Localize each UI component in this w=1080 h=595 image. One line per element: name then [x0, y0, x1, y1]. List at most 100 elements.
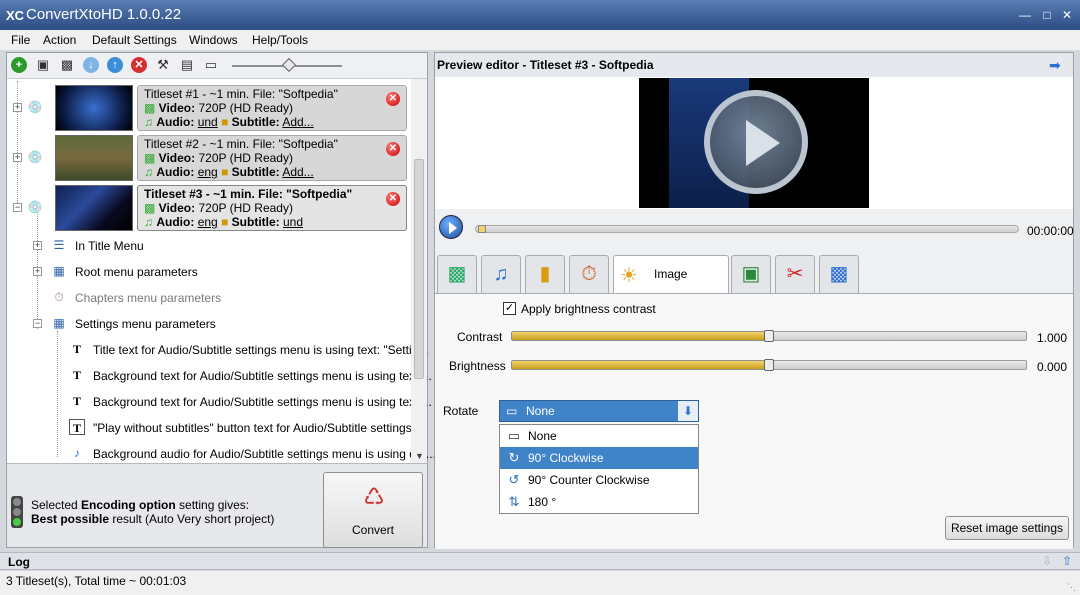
- app-logo-icon: XC: [6, 8, 25, 23]
- subtitle-icon: ■: [221, 115, 232, 129]
- seek-thumb[interactable]: [478, 225, 486, 233]
- rotate-option-none[interactable]: ▭ None: [500, 425, 698, 447]
- remove-titleset-icon[interactable]: ✕: [386, 92, 400, 106]
- rotate-option-90-ccw[interactable]: ↺ 90° Counter Clockwise: [500, 469, 698, 491]
- log-up-icon[interactable]: ⇧: [1062, 554, 1072, 568]
- rotate-select[interactable]: ▭ None ⬇: [499, 400, 699, 422]
- delete-icon[interactable]: ✕: [131, 57, 147, 73]
- subtitle-link[interactable]: Add...: [282, 165, 313, 179]
- menu-list-icon: ☰: [53, 238, 65, 252]
- expand-titleset-2[interactable]: +: [13, 153, 22, 162]
- menu-help-tools[interactable]: Help/Tools: [252, 33, 308, 47]
- rotate-option-90-cw[interactable]: ↻ 90° Clockwise: [500, 447, 698, 469]
- menu-default-settings[interactable]: Default Settings: [92, 33, 177, 47]
- subtitle-link[interactable]: und: [283, 215, 303, 229]
- log-down-icon[interactable]: ⇩: [1042, 554, 1052, 568]
- scrollbar-thumb[interactable]: [414, 159, 424, 379]
- tab-subtitles[interactable]: ▮: [525, 255, 565, 293]
- tab-chapters[interactable]: ⏱: [569, 255, 609, 293]
- add-icon[interactable]: +: [11, 57, 27, 73]
- preview-panel: Preview editor - Titleset #3 - Softpedia…: [434, 52, 1074, 549]
- video-preview[interactable]: [639, 78, 869, 208]
- tab-cut[interactable]: ✂: [775, 255, 815, 293]
- apply-brightness-checkbox[interactable]: ✓: [503, 302, 516, 315]
- reset-image-settings-button[interactable]: Reset image settings: [945, 516, 1069, 540]
- tab-effects[interactable]: ▩: [819, 255, 859, 293]
- convert-label: Convert: [351, 523, 395, 537]
- sun-landscape-icon: ☀: [620, 265, 638, 287]
- audio-icon: ♫: [144, 115, 157, 129]
- tab-image-settings[interactable]: ☀ Image settings: [613, 255, 729, 317]
- titleset-item[interactable]: Titleset #1 - ~1 min. File: "Softpedia" …: [137, 85, 407, 131]
- remove-titleset-icon[interactable]: ✕: [386, 192, 400, 206]
- tree-item-chapters-menu[interactable]: Chapters menu parameters: [75, 291, 221, 305]
- big-play-icon[interactable]: [704, 90, 808, 194]
- settings-menu-icon: ▦: [53, 316, 65, 330]
- stopwatch-icon: ⏱: [581, 263, 597, 285]
- menu-bar: File Action Default Settings Windows Hel…: [0, 30, 1080, 50]
- dropdown-arrow-icon[interactable]: ⬇: [678, 401, 698, 421]
- save-icon[interactable]: ▣: [35, 57, 51, 73]
- tree-scrollbar[interactable]: ▼: [411, 79, 427, 463]
- slider-empty: [769, 331, 1027, 341]
- seek-bar[interactable]: [475, 225, 1019, 233]
- menu-file[interactable]: File: [11, 33, 30, 47]
- move-down-icon[interactable]: ↓: [83, 57, 99, 73]
- brightness-slider-thumb[interactable]: [764, 359, 774, 371]
- convert-button[interactable]: ♺ Convert: [323, 472, 423, 548]
- play-button[interactable]: [439, 215, 463, 239]
- slider-filled: [511, 360, 769, 370]
- remove-titleset-icon[interactable]: ✕: [386, 142, 400, 156]
- tab-video[interactable]: ▩: [437, 255, 477, 293]
- tree-line: [57, 331, 58, 457]
- collapse-titleset-3[interactable]: −: [13, 203, 22, 212]
- audio-link[interactable]: eng: [198, 165, 218, 179]
- scroll-down-icon[interactable]: ▼: [415, 451, 424, 461]
- tab-crop[interactable]: ▣: [731, 255, 771, 293]
- rotate-clockwise-icon: ↻: [508, 450, 520, 465]
- subtitle-link[interactable]: Add...: [282, 115, 313, 129]
- tree-child-item[interactable]: Background audio for Audio/Subtitle sett…: [93, 447, 436, 461]
- minimize-icon[interactable]: —: [1016, 7, 1034, 23]
- resize-grip-icon[interactable]: ⋱: [1067, 582, 1076, 593]
- undock-arrow-icon[interactable]: ➡: [1049, 57, 1067, 73]
- titleset-item-selected[interactable]: Titleset #3 - ~1 min. File: "Softpedia" …: [137, 185, 407, 231]
- tree-item-in-title-menu[interactable]: In Title Menu: [75, 239, 144, 253]
- tree-child-item[interactable]: "Play without subtitles" button text for…: [93, 421, 425, 435]
- maximize-icon[interactable]: □: [1038, 7, 1056, 23]
- zoom-slider-thumb[interactable]: [281, 57, 297, 73]
- move-up-icon[interactable]: ↑: [107, 57, 123, 73]
- audio-link[interactable]: und: [198, 115, 218, 129]
- tree-child-item[interactable]: Title text for Audio/Subtitle settings m…: [93, 343, 428, 357]
- tools-icon[interactable]: ⚒: [155, 57, 171, 73]
- document-icon[interactable]: ▤: [179, 57, 195, 73]
- close-icon[interactable]: ✕: [1058, 7, 1076, 23]
- zoom-slider[interactable]: [232, 57, 342, 73]
- tree-item-root-menu[interactable]: Root menu parameters: [75, 265, 198, 279]
- menu-windows[interactable]: Windows: [189, 33, 238, 47]
- expand-titleset-1[interactable]: +: [13, 103, 22, 112]
- contrast-slider-thumb[interactable]: [764, 330, 774, 342]
- tab-audio[interactable]: ♫: [481, 255, 521, 293]
- rotate-option-180[interactable]: ⇅ 180 °: [500, 491, 698, 513]
- collapse-settings-menu[interactable]: −: [33, 319, 42, 328]
- encoding-status-line2: Best possible result (Auto Very short pr…: [31, 512, 275, 526]
- audio-link[interactable]: eng: [198, 215, 218, 229]
- titleset-thumbnail: [55, 85, 133, 131]
- tree-child-item[interactable]: Background text for Audio/Subtitle setti…: [93, 395, 432, 409]
- status-text: 3 Titleset(s), Total time ~ 00:01:03: [6, 574, 187, 588]
- expand-in-title-menu[interactable]: +: [33, 241, 42, 250]
- monitor-icon: ▭: [506, 404, 518, 418]
- titleset-audio: ♫ Audio: eng ■ Subtitle: und: [144, 215, 304, 229]
- tree-line: [17, 81, 18, 211]
- titleset-item[interactable]: Titleset #2 - ~1 min. File: "Softpedia" …: [137, 135, 407, 181]
- expand-root-menu[interactable]: +: [33, 267, 42, 276]
- tree-child-item[interactable]: Background text for Audio/Subtitle setti…: [93, 369, 432, 383]
- disc-icon: 💿: [27, 200, 43, 214]
- monitor-icon[interactable]: ▭: [203, 57, 219, 73]
- brightness-slider[interactable]: [511, 359, 1027, 372]
- film-edit-icon[interactable]: ▩: [59, 57, 75, 73]
- contrast-slider[interactable]: [511, 330, 1027, 343]
- menu-action[interactable]: Action: [43, 33, 76, 47]
- tree-item-settings-menu[interactable]: Settings menu parameters: [75, 317, 216, 331]
